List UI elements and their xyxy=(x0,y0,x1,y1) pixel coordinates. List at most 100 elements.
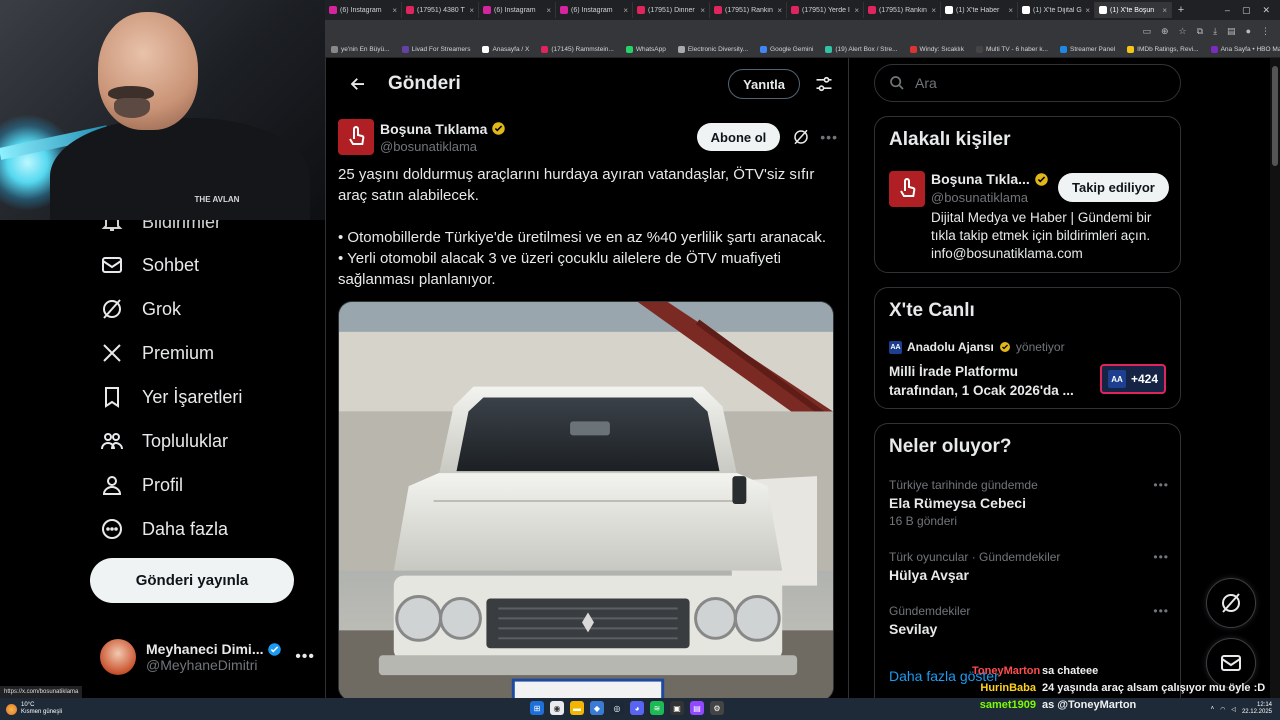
folder-icon[interactable]: ▬ xyxy=(570,701,584,715)
cast-icon[interactable]: ▭ xyxy=(1142,26,1151,37)
browser-tab[interactable]: (1) X'te Boşun × xyxy=(1095,2,1172,18)
more-dots-icon[interactable]: ••• xyxy=(1153,604,1169,618)
reply-button[interactable]: Yanıtla xyxy=(728,69,800,99)
bookmark-item[interactable]: Google Gemini xyxy=(754,46,819,53)
sidebar-icon[interactable]: ▤ xyxy=(1227,26,1236,37)
close-icon[interactable]: × xyxy=(700,6,705,15)
bookmark-item[interactable]: Electronic Diversity... xyxy=(672,46,754,53)
close-icon[interactable]: × xyxy=(623,6,628,15)
more-dots-icon[interactable]: ••• xyxy=(1153,478,1169,492)
post-bullet: • Otomobillerde Türkiye'de üretilmesi ve… xyxy=(338,229,827,246)
bookmark-favicon-icon xyxy=(825,46,833,53)
browser-tab[interactable]: (17951) 4380 T × xyxy=(402,2,479,18)
bookmark-item[interactable]: (17145) Rammstein... xyxy=(535,46,620,53)
browser-tab[interactable]: (1) X'te Dijital G × xyxy=(1018,2,1095,18)
bookmark-item[interactable]: Anasayfa / X xyxy=(476,46,535,53)
more-dots-icon[interactable]: ••• xyxy=(1153,550,1169,564)
sliders-icon[interactable] xyxy=(814,74,834,94)
bookmark-item[interactable]: WhatsApp xyxy=(620,46,672,53)
nav-more[interactable]: Daha fazla xyxy=(100,517,228,541)
nav-profile[interactable]: Profil xyxy=(100,473,183,497)
more-dots-icon[interactable]: ••• xyxy=(295,648,315,666)
browser-tab[interactable]: (17951) Dinner × xyxy=(633,2,710,18)
zoom-icon[interactable]: ⊕ xyxy=(1161,26,1169,37)
subscribe-button[interactable]: Abone ol xyxy=(696,123,781,151)
related-handle[interactable]: @bosunatiklama xyxy=(931,190,1028,205)
author-name[interactable]: Boşuna Tıklama xyxy=(380,121,506,137)
profile-icon[interactable]: ● xyxy=(1246,26,1251,36)
browser-tab[interactable]: (17951) Rankin × xyxy=(864,2,941,18)
card-title: Neler oluyor? xyxy=(889,436,1012,457)
back-arrow-icon[interactable] xyxy=(340,66,376,102)
browser-tab[interactable]: (6) Instagram × xyxy=(479,2,556,18)
trend-item[interactable]: Türkiye tarihinde gündemde Ela Rümeysa C… xyxy=(889,478,1169,528)
browser-tab[interactable]: (17951) Rankin × xyxy=(710,2,787,18)
bookmark-item[interactable]: Windy: Sıcaklık xyxy=(904,46,970,53)
scrollbar-thumb[interactable] xyxy=(1272,66,1278,166)
grok-icon[interactable] xyxy=(792,128,810,146)
related-name[interactable]: Boşuna Tıkla... xyxy=(931,171,1049,187)
start-icon[interactable]: ⊞ xyxy=(530,701,544,715)
close-icon[interactable]: × xyxy=(777,6,782,15)
nav-communities[interactable]: Topluluklar xyxy=(100,429,228,453)
close-icon[interactable]: × xyxy=(1162,6,1167,15)
bookmark-item[interactable]: ye'nin En Büyü... xyxy=(325,46,396,53)
bookmark-item[interactable]: IMDb Ratings, Revi... xyxy=(1121,46,1204,53)
tab-favicon-icon xyxy=(791,6,799,14)
close-icon[interactable]: × xyxy=(1008,6,1013,15)
tab-favicon-icon xyxy=(483,6,491,14)
post-button[interactable]: Gönderi yayınla xyxy=(90,558,294,603)
trend-item[interactable]: Gündemdekiler Sevilay ••• xyxy=(889,604,1169,637)
steam-icon[interactable]: ◎ xyxy=(610,701,624,715)
close-icon[interactable]: × xyxy=(854,6,859,15)
spotify-icon[interactable]: ≋ xyxy=(650,701,664,715)
search-box[interactable] xyxy=(874,64,1181,102)
close-icon[interactable]: × xyxy=(392,6,397,15)
live-join-button[interactable]: AA +424 xyxy=(1100,364,1166,394)
close-icon[interactable]: × xyxy=(546,6,551,15)
trend-item[interactable]: Türk oyuncular · Gündemdekiler Hülya Avş… xyxy=(889,550,1169,583)
related-avatar[interactable] xyxy=(889,171,925,207)
extensions-icon[interactable]: ⧉ xyxy=(1197,26,1203,37)
search-input[interactable] xyxy=(915,75,1155,91)
app-icon[interactable]: ⚙ xyxy=(710,701,724,715)
browser-tab[interactable]: (17951) Yerde I × xyxy=(787,2,864,18)
page-scrollbar[interactable] xyxy=(1270,58,1280,698)
browser-tab[interactable]: (1) X'te Haber × xyxy=(941,2,1018,18)
bookmark-item[interactable]: (19) Alert Box / Stre... xyxy=(819,46,903,53)
browser-tab[interactable]: (6) Instagram × xyxy=(556,2,633,18)
app-icon[interactable]: ◆ xyxy=(590,701,604,715)
close-window-icon[interactable]: ✕ xyxy=(1262,5,1270,16)
account-switcher[interactable]: Meyhaneci Dimi... @MeyhaneDimitri ••• xyxy=(100,636,315,678)
nav-chat[interactable]: Sohbet xyxy=(100,253,199,277)
more-dots-icon[interactable]: ••• xyxy=(820,129,838,145)
app-icon[interactable]: ▣ xyxy=(670,701,684,715)
minimize-icon[interactable]: – xyxy=(1225,5,1230,16)
bookmark-item[interactable]: Ana Sayfa • HBO Max xyxy=(1205,46,1280,53)
twitch-icon[interactable]: ▤ xyxy=(690,701,704,715)
bookmark-item[interactable]: Streamer Panel xyxy=(1054,46,1121,53)
weather-widget[interactable]: 10°C Kısmen güneşli xyxy=(0,702,62,716)
maximize-icon[interactable]: ▢ xyxy=(1242,5,1251,16)
live-on-x-card[interactable]: X'te Canlı AA Anadolu Ajansı yönetiyor M… xyxy=(874,287,1181,409)
close-icon[interactable]: × xyxy=(1085,6,1090,15)
discord-icon[interactable]: ◕ xyxy=(630,701,644,715)
bookmark-item[interactable]: Livad For Streamers xyxy=(396,46,477,53)
new-tab-icon[interactable]: + xyxy=(1172,4,1190,16)
nav-grok[interactable]: Grok xyxy=(100,297,181,321)
bookmark-item[interactable]: Multi TV - 6 haber k... xyxy=(970,46,1054,53)
post-image[interactable] xyxy=(338,301,834,701)
chrome-icon[interactable]: ◉ xyxy=(550,701,564,715)
close-icon[interactable]: × xyxy=(469,6,474,15)
following-button[interactable]: Takip ediliyor xyxy=(1058,173,1169,202)
nav-premium[interactable]: Premium xyxy=(100,341,214,365)
download-icon[interactable]: ⤓ xyxy=(1213,26,1217,37)
nav-bookmarks[interactable]: Yer İşaretleri xyxy=(100,385,242,409)
star-icon[interactable]: ☆ xyxy=(1179,26,1187,37)
grok-fab-button[interactable] xyxy=(1206,578,1256,628)
close-icon[interactable]: × xyxy=(931,6,936,15)
author-avatar[interactable] xyxy=(338,119,374,155)
author-handle[interactable]: @bosunatiklama xyxy=(380,139,506,154)
browser-tab[interactable]: (6) Instagram × xyxy=(325,2,402,18)
browser-menu-icon[interactable]: ⋮ xyxy=(1261,26,1270,37)
